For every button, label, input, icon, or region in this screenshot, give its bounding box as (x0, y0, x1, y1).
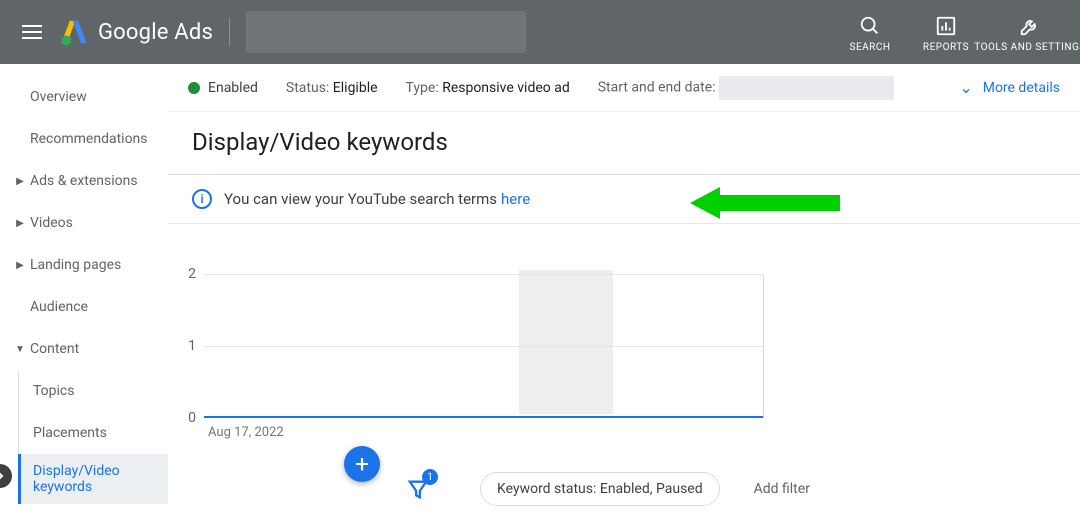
date-segment: Start and end date: (598, 76, 894, 100)
status-value: Eligible (333, 80, 378, 96)
menu-button[interactable] (8, 8, 56, 56)
ytick-0: 0 (176, 410, 196, 426)
divider (229, 18, 230, 46)
date-placeholder (719, 76, 894, 100)
brand[interactable]: Google Ads (60, 18, 213, 46)
sidebar-item-audience[interactable]: Audience (0, 286, 168, 328)
chevron-down-icon: ⌄ (959, 78, 972, 97)
search-button[interactable]: SEARCH (842, 12, 898, 53)
sidebar-subitem-display-video-keywords[interactable]: Display/Video keywords (18, 454, 168, 504)
sidebar-collapse-button[interactable] (0, 464, 12, 488)
annotation-arrow (690, 183, 840, 223)
enabled-label: Enabled (208, 80, 258, 96)
sidebar-item-videos[interactable]: ▶ Videos (0, 202, 168, 244)
sidebar-subitems: Topics Placements Display/Video keywords (18, 370, 168, 504)
filter-badge: 1 (422, 469, 438, 485)
sidebar-item-label: Videos (30, 215, 73, 231)
chart-highlight-band (519, 270, 613, 414)
caret-right-icon: ▶ (14, 260, 26, 271)
wrench-icon (1019, 15, 1041, 37)
chart: 2 1 0 Aug 17, 2022 (204, 274, 764, 418)
add-filter-button[interactable]: Add filter (754, 481, 810, 497)
type-segment: Type: Responsive video ad (406, 80, 570, 96)
more-details-button[interactable]: ⌄ More details (959, 78, 1080, 97)
info-banner: i You can view your YouTube search terms… (168, 175, 1080, 224)
status-dot-icon (188, 82, 200, 94)
sidebar-subitem-topics[interactable]: Topics (19, 370, 168, 412)
reports-icon (935, 15, 957, 37)
reports-label: REPORTS (923, 42, 969, 53)
chart-x-axis (204, 416, 763, 418)
filter-row: 1 Keyword status: Enabled, Paused Add fi… (400, 464, 1080, 514)
info-link[interactable]: here (501, 190, 530, 208)
sidebar-subitem-placements[interactable]: Placements (19, 412, 168, 454)
sidebar-item-label: Landing pages (30, 257, 121, 273)
sidebar: Overview Recommendations ▶ Ads & extensio… (0, 64, 168, 514)
status-label: Status: (286, 80, 329, 96)
main-content: Enabled Status: Eligible Type: Responsiv… (168, 64, 1080, 514)
status-bar: Enabled Status: Eligible Type: Responsiv… (168, 64, 1080, 112)
type-value: Responsive video ad (442, 80, 570, 96)
sidebar-item-ads-extensions[interactable]: ▶ Ads & extensions (0, 160, 168, 202)
caret-right-icon: ▶ (14, 218, 26, 229)
add-keyword-fab[interactable]: + (344, 446, 380, 482)
header-actions: SEARCH REPORTS TOOLS AND SETTINGS (842, 12, 1072, 53)
status-segment: Status: Eligible (286, 80, 378, 96)
chart-date-label: Aug 17, 2022 (208, 425, 284, 440)
sidebar-item-label: Content (30, 341, 79, 357)
app-header: Google Ads SEARCH REPORTS TOOLS AND SETT… (0, 0, 1080, 64)
reports-button[interactable]: REPORTS (918, 12, 974, 53)
page-title: Display/Video keywords (168, 112, 1080, 175)
caret-right-icon: ▶ (14, 176, 26, 187)
search-icon (859, 15, 881, 37)
chart-area: 2 1 0 Aug 17, 2022 (168, 224, 1080, 444)
more-details-label: More details (983, 80, 1060, 96)
sidebar-item-recommendations[interactable]: Recommendations (0, 118, 168, 160)
filter-button[interactable]: 1 (400, 471, 436, 507)
info-icon: i (192, 189, 212, 209)
search-label: SEARCH (850, 42, 891, 53)
account-selector[interactable] (246, 11, 526, 53)
date-label: Start and end date: (598, 79, 716, 95)
ytick-1: 1 (176, 338, 196, 354)
hamburger-icon (22, 25, 42, 39)
sidebar-item-overview[interactable]: Overview (0, 76, 168, 118)
ytick-2: 2 (176, 266, 196, 282)
filter-chip-keyword-status[interactable]: Keyword status: Enabled, Paused (480, 472, 720, 506)
plus-icon: + (355, 450, 369, 478)
google-ads-logo-icon (60, 18, 88, 46)
brand-text: Google Ads (98, 20, 213, 45)
sidebar-item-landing-pages[interactable]: ▶ Landing pages (0, 244, 168, 286)
caret-down-icon: ▼ (14, 344, 26, 355)
tools-button[interactable]: TOOLS AND SETTINGS (994, 12, 1066, 53)
sidebar-item-content[interactable]: ▼ Content (0, 328, 168, 370)
info-text: You can view your YouTube search terms (224, 190, 497, 208)
type-label: Type: (406, 80, 439, 96)
chevron-right-icon (0, 471, 5, 481)
tools-label: TOOLS AND SETTINGS (974, 42, 1080, 53)
sidebar-item-label: Ads & extensions (30, 173, 138, 189)
